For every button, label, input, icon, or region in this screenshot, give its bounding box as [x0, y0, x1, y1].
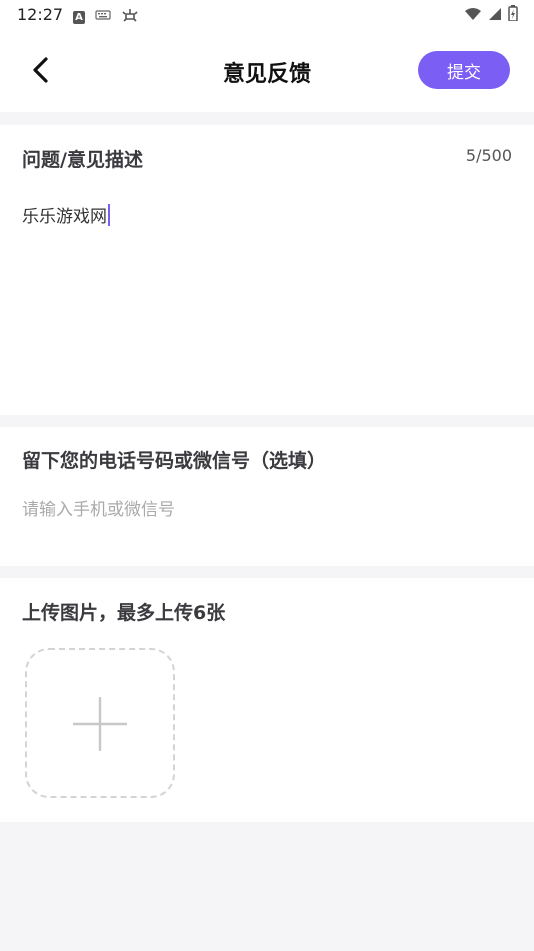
keyboard-icon	[95, 9, 111, 25]
description-title: 问题/意见描述	[22, 149, 143, 171]
back-button[interactable]	[26, 52, 56, 88]
contact-section: 留下您的电话号码或微信号（选填）	[0, 427, 534, 566]
signal-icon	[488, 6, 502, 25]
text-caret	[108, 204, 110, 226]
bug-icon	[121, 6, 139, 28]
battery-icon	[508, 5, 518, 25]
plus-icon	[73, 697, 127, 751]
navbar: 意见反馈 提交	[0, 30, 534, 112]
contact-title: 留下您的电话号码或微信号（选填）	[22, 450, 327, 472]
add-image-button[interactable]	[25, 648, 175, 798]
wifi-icon	[464, 6, 482, 25]
upload-section: 上传图片，最多上传6张	[0, 578, 534, 822]
submit-button[interactable]: 提交	[418, 51, 510, 89]
status-notification-icons: A	[73, 6, 139, 28]
char-counter: 5/500	[465, 146, 512, 165]
a-icon: A	[73, 10, 85, 24]
status-system-icons	[464, 5, 518, 25]
upload-title: 上传图片，最多上传6张	[22, 602, 226, 624]
contact-input[interactable]	[22, 497, 502, 523]
description-value: 乐乐游戏网	[22, 207, 107, 227]
chevron-left-icon	[33, 57, 48, 83]
description-textarea[interactable]: 乐乐游戏网	[22, 202, 110, 227]
status-time: 12:27	[17, 5, 64, 24]
status-bar: 12:27 A	[0, 0, 534, 30]
description-section: 问题/意见描述 5/500 乐乐游戏网	[0, 125, 534, 415]
